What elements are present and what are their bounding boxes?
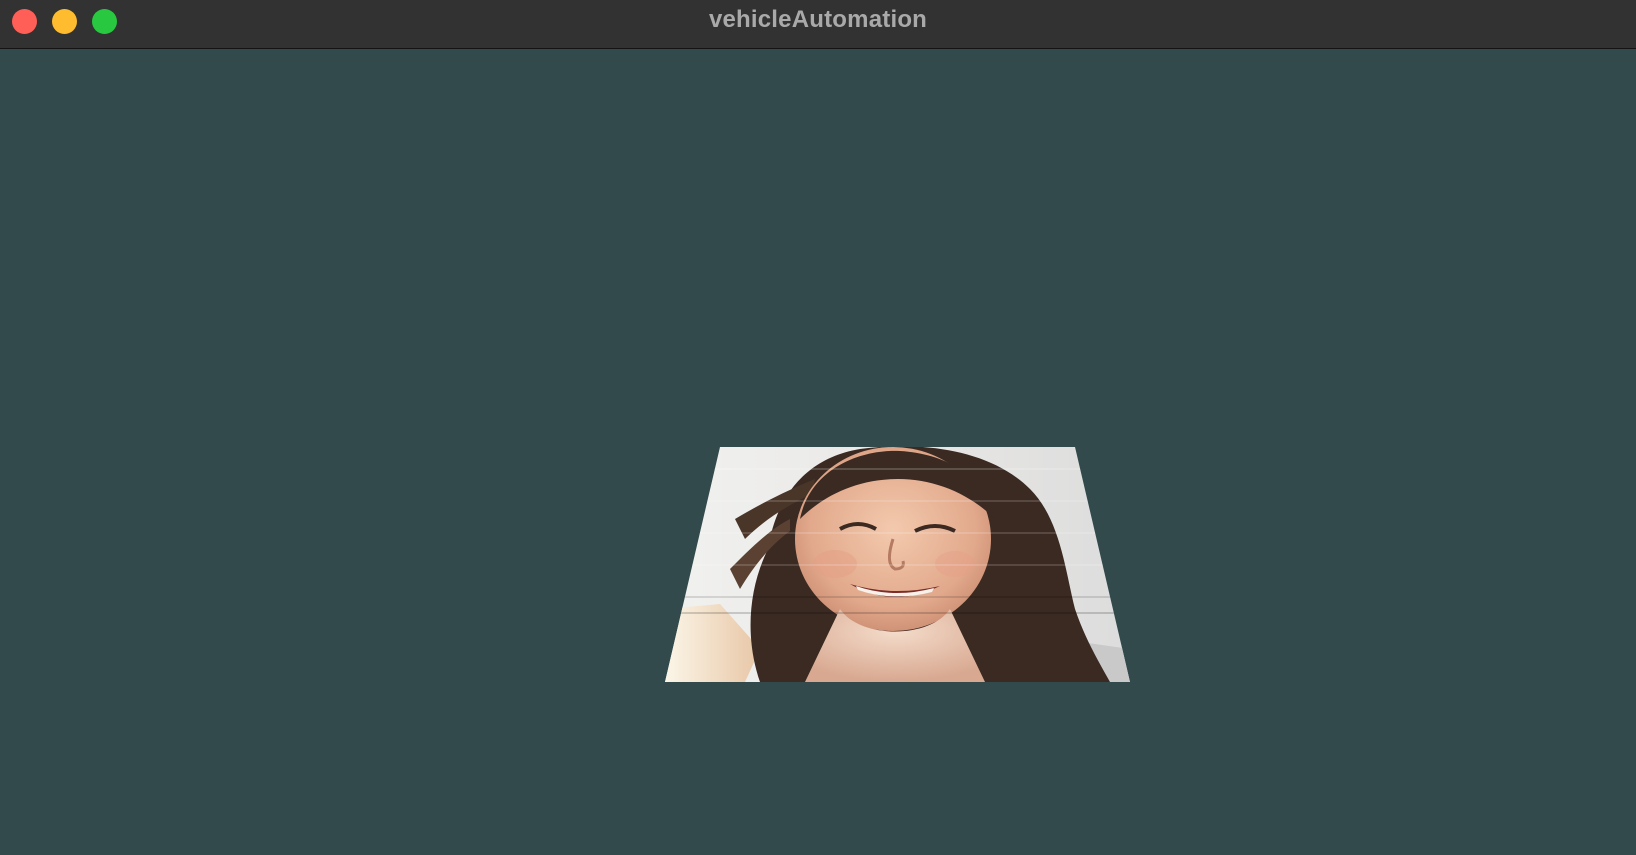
app-window: vehicleAutomation (0, 0, 1636, 855)
render-viewport[interactable] (0, 49, 1636, 855)
title-bar[interactable]: vehicleAutomation (0, 0, 1636, 49)
window-title: vehicleAutomation (708, 6, 928, 33)
texture-image (665, 447, 1130, 682)
photo-texture-quad (665, 447, 1130, 682)
